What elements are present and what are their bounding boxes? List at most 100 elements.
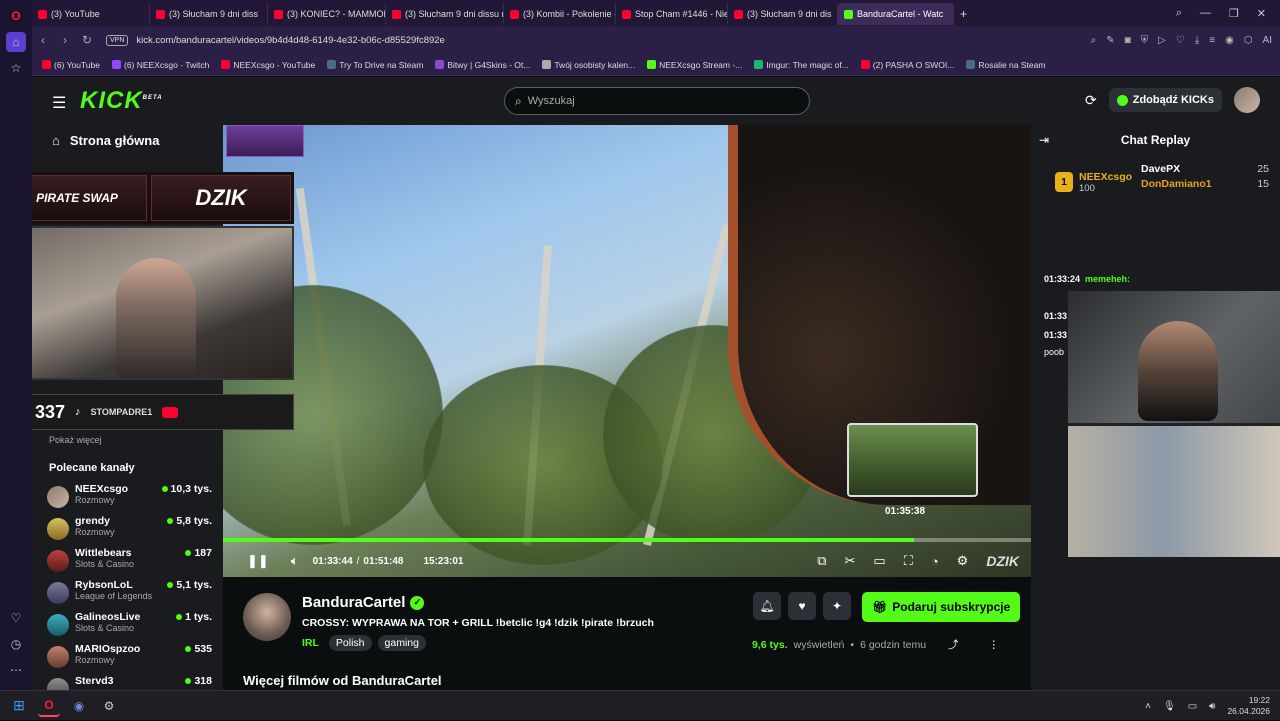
download-icon[interactable]: ⤓ (1195, 35, 1199, 46)
recommended-channel[interactable]: RybsonLoL League of Legends 5,1 tys. (47, 579, 212, 611)
lens-icon[interactable]: ⌕ (1091, 35, 1097, 46)
youtube-icon (510, 9, 519, 19)
bookmark[interactable]: Imgur: The magic of... (754, 60, 849, 70)
progress-bar[interactable] (223, 538, 1031, 542)
miniplayer-icon[interactable]: ⧉ (817, 553, 826, 569)
heart-icon[interactable]: ♡ (6, 608, 26, 628)
windows-start-icon[interactable]: ⊞ (8, 695, 30, 717)
tab[interactable]: Stop Cham #1446 - Niebe (616, 3, 728, 25)
youtube-icon (221, 60, 231, 69)
search-icon[interactable]: ⌕ (1176, 7, 1182, 20)
minimize-icon[interactable]: — (1200, 7, 1211, 19)
channel-avatar (47, 582, 69, 604)
video-meta: 9,6 tys. wyświetleń • 6 godzin temu ⤴ ⋮ (752, 637, 999, 652)
bookmark[interactable]: (6) YouTube (42, 60, 100, 70)
steam-icon[interactable]: ⚙ (98, 695, 120, 717)
speed-icon[interactable]: ◔ (931, 554, 939, 569)
shield-icon[interactable]: ⛨ (1141, 35, 1149, 46)
sparkle-icon[interactable]: ✦ (823, 592, 851, 620)
recommended-channel[interactable]: Stervd3 318 (47, 675, 212, 690)
fullscreen-icon[interactable]: ⛶ (904, 553, 913, 569)
extension-icon[interactable]: ⬡ (1244, 35, 1253, 46)
tag-polish[interactable]: Polish (328, 635, 372, 651)
show-more-link[interactable]: Pokaż więcej (49, 435, 102, 445)
bookmark[interactable]: Bitwy | G4Skins - Ot... (435, 60, 530, 70)
recommended-channel[interactable]: Wittlebears Slots & Casino 187 (47, 547, 212, 579)
follow-heart-icon[interactable]: ♥ (788, 592, 816, 620)
bookmark[interactable]: (6) NEEXcsgo - Twitch (112, 60, 209, 70)
gift-subscription-button[interactable]: 🎁︎ Podaruj subskrypcje (862, 592, 1021, 622)
streamer-avatar[interactable] (243, 593, 291, 641)
recommended-channel[interactable]: NEEXcsgo Rozmowy 10,3 tys. (47, 483, 212, 515)
maximize-icon[interactable]: ❐ (1229, 7, 1239, 20)
tab[interactable]: (3) Słucham 9 dni dis (728, 3, 838, 25)
bookmark[interactable]: Twój osobisty kalen... (542, 60, 635, 70)
bookmark[interactable]: (2) PASHA O SWOI... (860, 59, 955, 70)
menu-icon[interactable]: ≡ (1209, 35, 1215, 46)
bookmark[interactable]: NEEXcsgo Stream -... (647, 60, 742, 70)
sidebar-home[interactable]: ⌂ Strona główna (52, 133, 159, 148)
ai-button[interactable]: AI (1263, 35, 1272, 46)
tray-clock[interactable]: 19:22 26.04.2026 (1227, 695, 1270, 717)
forward-icon[interactable]: › (54, 33, 76, 47)
rewards-icon[interactable]: ⟳ (1085, 92, 1097, 109)
tab-label: Stop Cham #1446 - Niebe (635, 9, 727, 19)
recommended-channel[interactable]: MARIOspzoo Rozmowy 535 (47, 643, 212, 675)
tab[interactable]: (3) YouTube (32, 3, 150, 25)
heart-icon[interactable]: ♡ (1176, 35, 1185, 46)
tab[interactable]: (3) KONIEC? - MAMMON (268, 3, 386, 25)
play-icon[interactable]: ▷ (1158, 35, 1166, 46)
share-icon[interactable]: ⤴ (948, 637, 959, 652)
home-icon[interactable]: ⌂ (6, 32, 26, 52)
chevron-up-icon[interactable]: ˄ (1145, 701, 1151, 712)
get-kicks-button[interactable]: Zdobądź KICKs (1108, 88, 1222, 112)
bookmark[interactable]: Rosalie na Steam (966, 60, 1045, 70)
video-player[interactable]: 01:35:38 ❚❚ 🔈︎ 01:33:44 / 01:51:48 15:23… (223, 125, 1031, 577)
close-icon[interactable]: ✕ (1257, 7, 1266, 20)
notification-bell-icon[interactable]: 🔔︎ (753, 592, 781, 620)
reload-icon[interactable]: ↻ (76, 33, 98, 47)
tag-gaming[interactable]: gaming (377, 635, 426, 651)
tab[interactable]: (3) Słucham 9 dni diss (150, 3, 268, 25)
edit-icon[interactable]: ✎ (1106, 35, 1114, 46)
network-icon[interactable]: ▭ (1188, 701, 1197, 712)
microphone-icon[interactable]: 🎙︎ (1163, 701, 1176, 712)
star-icon[interactable]: ☆ (6, 58, 26, 78)
new-tab-button[interactable]: + (954, 3, 976, 25)
speaker-icon[interactable]: 🔊︎ (1209, 701, 1215, 712)
history-icon[interactable]: ◷ (6, 634, 26, 654)
bookmark[interactable]: NEEXcsgo - YouTube (221, 60, 315, 70)
search-bar[interactable]: ⌕ (504, 87, 810, 115)
settings-gear-icon[interactable]: ⚙ (957, 553, 969, 569)
youtube-icon (392, 9, 401, 19)
camera-icon[interactable]: ◙ (1125, 35, 1131, 46)
beta-badge: BETA (142, 95, 163, 101)
volume-icon[interactable]: 🔈︎ (291, 553, 299, 569)
bookmark-label: (2) PASHA O SWOI... (872, 59, 955, 70)
recommended-channel[interactable]: GalineosLive Slots & Casino 1 tys. (47, 611, 212, 643)
theater-mode-icon[interactable]: ▭ (873, 553, 885, 569)
chat-username[interactable]: memeheh: (1085, 274, 1130, 284)
tab-active[interactable]: BanduraCartel - Watc (838, 3, 954, 25)
discord-icon[interactable]: ◉ (68, 695, 90, 717)
clip-icon[interactable]: ✂ (845, 553, 856, 569)
kebab-menu-icon[interactable]: ⋮ (989, 639, 1000, 651)
opera-taskbar-icon[interactable]: O (38, 695, 60, 717)
tab[interactable]: (3) Kombii - Pokolenie - Y (504, 3, 616, 25)
recommended-channel[interactable]: grendy Rozmowy 5,8 tys. (47, 515, 212, 547)
vpn-badge[interactable]: VPN (106, 34, 129, 46)
search-input[interactable] (527, 95, 778, 107)
user-avatar[interactable] (1234, 87, 1260, 113)
url-field[interactable]: kick.com/banduracartel/videos/9b4d4d48-6… (136, 35, 444, 46)
tab[interactable]: (3) Słucham 9 dni dissu na (386, 3, 504, 25)
hamburger-menu-icon[interactable]: ☰ (52, 93, 66, 113)
profile-icon[interactable]: ◉ (1225, 35, 1234, 46)
more-icon[interactable]: ⋯ (6, 660, 26, 680)
streamer-name[interactable]: BanduraCartel ✓ (302, 594, 425, 611)
back-icon[interactable]: ‹ (32, 33, 54, 47)
kick-logo[interactable]: KICKBETA (80, 87, 163, 115)
bookmark[interactable]: Try To Drive na Steam (327, 60, 423, 70)
pause-icon[interactable]: ❚❚ (247, 553, 269, 569)
category-link[interactable]: IRL (302, 637, 319, 649)
opera-logo-icon[interactable]: O (6, 6, 26, 26)
